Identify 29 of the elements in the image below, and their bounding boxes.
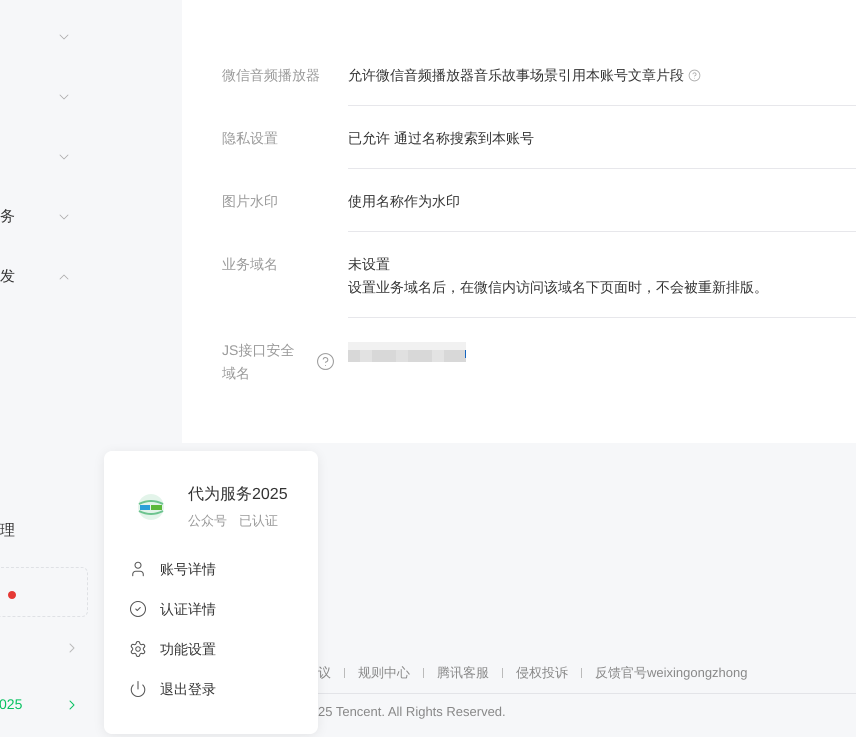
- help-icon[interactable]: [688, 69, 701, 82]
- setting-label: 图片水印: [222, 192, 279, 211]
- setting-value: 允许微信音频播放器音乐故事场景引用本账号文章片段: [348, 66, 684, 85]
- check-circle-icon: [129, 600, 147, 618]
- menu-label[interactable]: 发: [0, 266, 15, 288]
- setting-value: 已允许 通过名称搜索到本账号: [348, 129, 534, 148]
- power-icon: [129, 680, 147, 698]
- menu-label[interactable]: 理: [0, 520, 15, 542]
- setting-value: 设置业务域名后，在微信内访问该域名下页面时，不会被重新排版。: [348, 278, 768, 297]
- menu-label[interactable]: 务: [0, 206, 15, 228]
- setting-value: 未设置: [348, 255, 390, 274]
- popup-menu-item[interactable]: 功能设置: [129, 638, 318, 660]
- settings-icon: [129, 640, 147, 658]
- popup-menu-item[interactable]: 认证详情: [129, 598, 318, 620]
- help-icon[interactable]: [316, 352, 335, 371]
- copyright-text: 25 Tencent. All Rights Reserved.: [318, 704, 506, 718]
- notice-card[interactable]: [0, 567, 88, 617]
- account-name: 代为服务2025: [188, 484, 288, 505]
- setting-label: JS接口安全域名: [222, 341, 296, 383]
- popup-menu-item[interactable]: 退出登录: [129, 678, 318, 700]
- user-icon: [129, 560, 147, 578]
- setting-value: 使用名称作为水印: [348, 192, 460, 211]
- account-logo: [136, 492, 166, 522]
- verification-status: 已认证: [239, 512, 278, 530]
- account-type: 公众号: [188, 512, 227, 530]
- setting-label: 微信音频播放器: [222, 66, 321, 85]
- setting-label: 隐私设置: [222, 129, 279, 148]
- setting-label: 业务域名: [222, 255, 279, 274]
- popup-menu-item[interactable]: 账号详情: [129, 558, 318, 580]
